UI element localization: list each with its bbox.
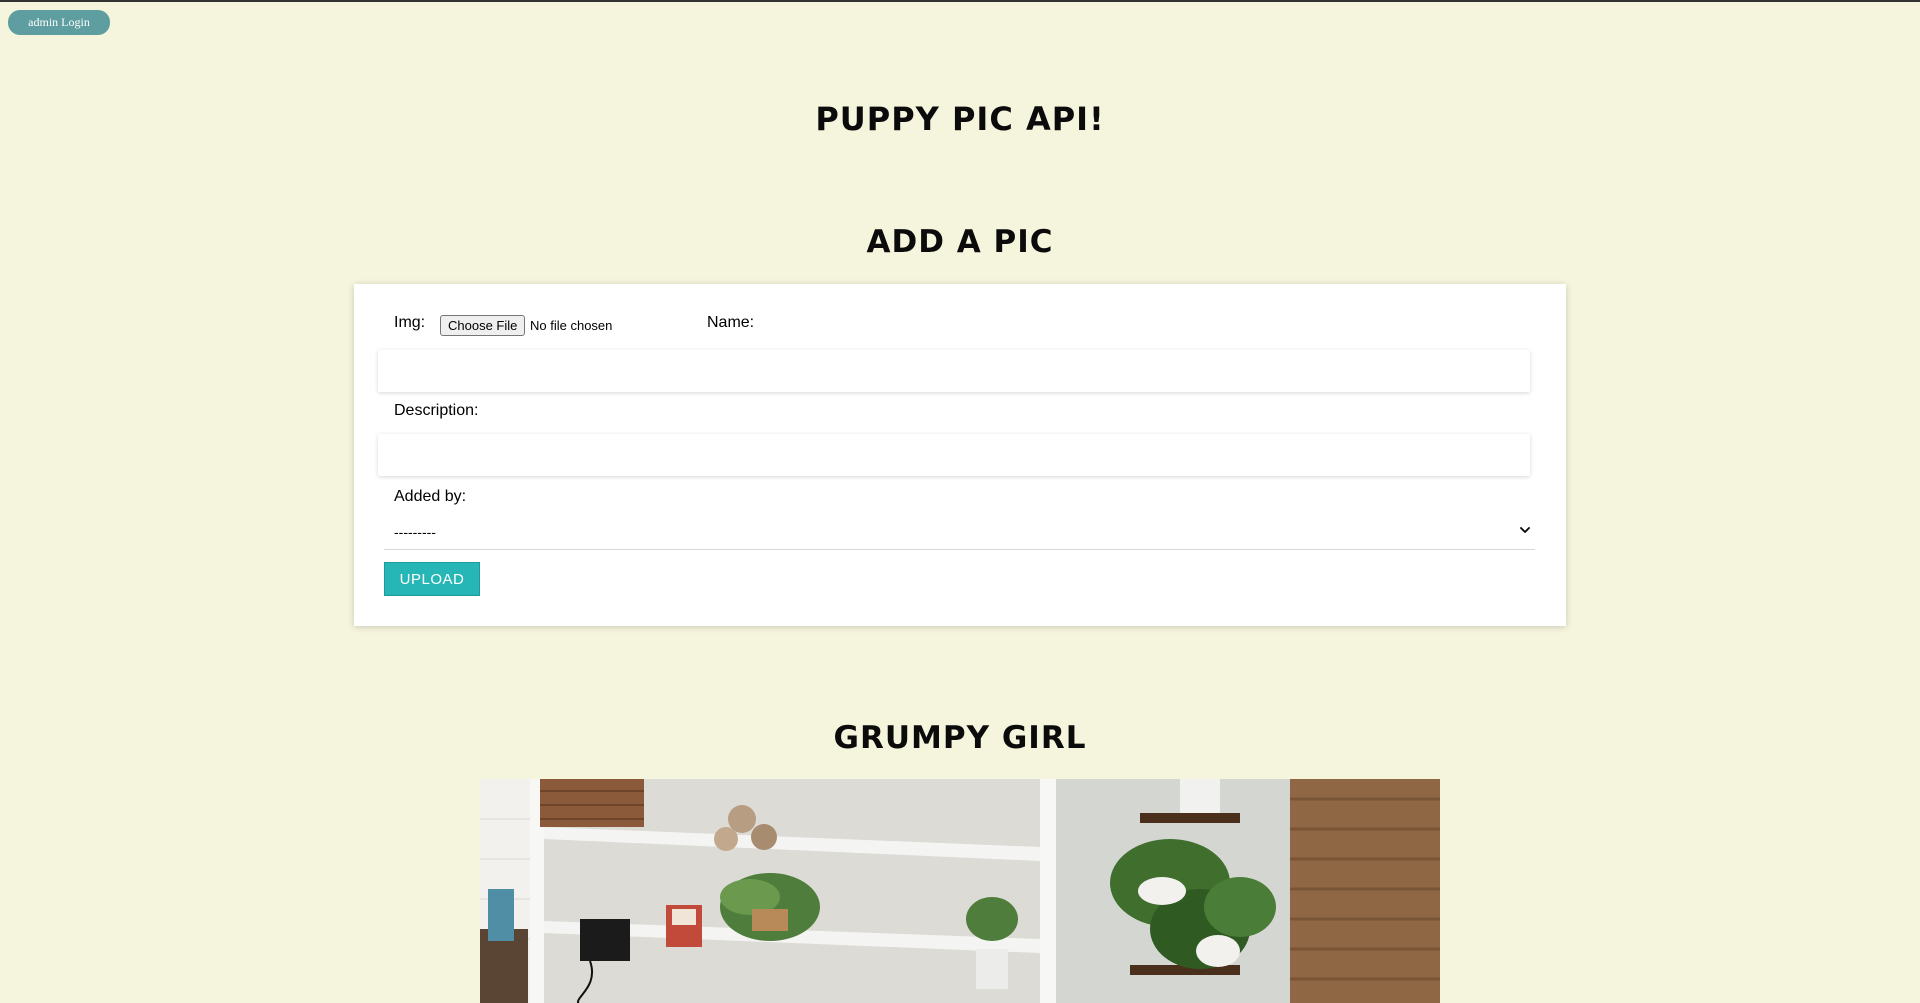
add-pic-heading: Add a Pic xyxy=(866,224,1054,260)
add-pic-form: Img: Choose File No file chosen Name: De… xyxy=(354,284,1566,626)
description-input[interactable] xyxy=(378,434,1530,476)
img-label: Img: xyxy=(394,314,426,331)
name-label: Name: xyxy=(707,314,755,331)
puppy-photo xyxy=(480,779,1440,1003)
file-status-text: No file chosen xyxy=(530,318,613,333)
added-by-selected-value: --------- xyxy=(394,524,436,540)
upload-button[interactable]: UPLOAD xyxy=(384,562,480,596)
chevron-down-icon xyxy=(1520,527,1530,533)
choose-file-button[interactable]: Choose File xyxy=(440,315,526,336)
added-by-select[interactable]: --------- xyxy=(384,516,1535,550)
puppy-photo-image xyxy=(480,779,1440,1003)
admin-login-button[interactable]: admin Login xyxy=(8,10,110,35)
picture-title: Grumpy Girl xyxy=(833,720,1087,756)
name-input[interactable] xyxy=(378,350,1530,392)
description-label: Description: xyxy=(394,402,479,419)
added-by-label: Added by: xyxy=(394,488,467,505)
site-title: Puppy Pic API! xyxy=(815,100,1105,138)
